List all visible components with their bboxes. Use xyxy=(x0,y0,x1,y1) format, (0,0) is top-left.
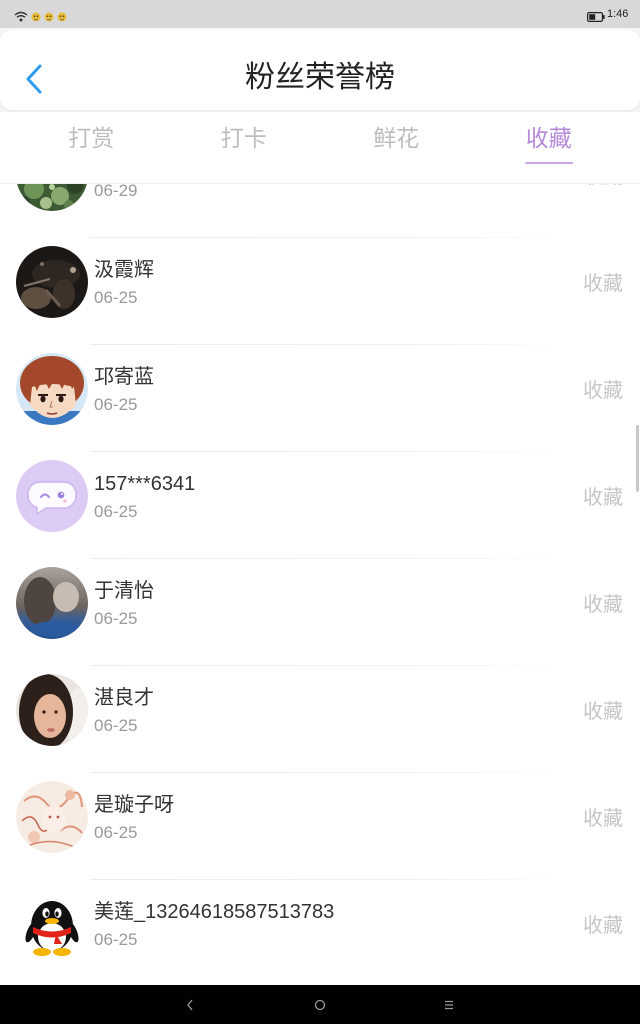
scrollbar[interactable] xyxy=(636,425,639,492)
avatar xyxy=(16,674,88,746)
user-name: 157***6341 xyxy=(94,473,196,495)
action-type-label: 收藏 xyxy=(583,594,623,616)
tab-label: 鲜花 xyxy=(373,125,420,151)
notification-icon xyxy=(31,9,41,22)
tab-flowers[interactable]: 鲜花 xyxy=(320,112,473,183)
item-date: 06-25 xyxy=(94,288,138,307)
nav-home-button[interactable] xyxy=(312,997,328,1013)
system-nav-bar xyxy=(0,985,640,1024)
list-item[interactable]: 湛良才 06-25 收藏 xyxy=(0,665,640,772)
avatar xyxy=(16,353,88,425)
user-name: 美莲_13264618587513783 xyxy=(94,901,335,923)
action-type-label: 收藏 xyxy=(583,701,623,723)
list-item[interactable]: 06-29 收藏 xyxy=(0,184,640,237)
nav-home-icon xyxy=(314,999,326,1011)
item-date: 06-29 xyxy=(94,184,138,200)
user-name: 是璇子呀 xyxy=(94,794,174,816)
avatar xyxy=(16,246,88,318)
user-name: 汲霞辉 xyxy=(94,259,154,281)
list-item[interactable]: 是璇子呀 06-25 收藏 xyxy=(0,772,640,879)
item-info: 邛寄蓝 06-25 xyxy=(94,353,154,417)
action-type-label: 收藏 xyxy=(583,184,623,189)
avatar xyxy=(16,781,88,853)
user-name: 于清怡 xyxy=(94,580,154,602)
item-date: 06-25 xyxy=(94,930,138,949)
list-item[interactable]: 美莲_13264618587513783 06-25 收藏 xyxy=(0,879,640,985)
tab-favorites[interactable]: 收藏 xyxy=(473,112,626,183)
nav-recents-button[interactable] xyxy=(441,997,457,1013)
tab-label: 打卡 xyxy=(220,125,267,151)
tab-label: 打赏 xyxy=(68,125,115,151)
item-info: 是璇子呀 06-25 xyxy=(94,781,174,845)
action-type-label: 收藏 xyxy=(583,380,623,402)
status-bar: 1:46 xyxy=(0,0,640,28)
tab-reward[interactable]: 打赏 xyxy=(15,112,168,183)
action-type-label: 收藏 xyxy=(583,487,623,509)
notification-icon xyxy=(57,9,67,22)
item-info: 06-29 xyxy=(94,184,137,203)
avatar xyxy=(16,184,88,211)
list-item[interactable]: 邛寄蓝 06-25 收藏 xyxy=(0,344,640,451)
item-date: 06-25 xyxy=(94,395,138,414)
page-title: 粉丝荣誉榜 xyxy=(245,61,395,94)
tab-indicator xyxy=(524,162,573,164)
tab-bar: 打赏 打卡 鲜花 收藏 xyxy=(0,112,640,184)
list-item[interactable]: 于清怡 06-25 收藏 xyxy=(0,558,640,665)
item-info: 于清怡 06-25 xyxy=(94,567,154,631)
item-info: 美莲_13264618587513783 06-25 xyxy=(94,888,334,952)
tab-check-in[interactable]: 打卡 xyxy=(168,112,321,183)
notification-icon xyxy=(44,9,54,22)
item-date: 06-25 xyxy=(94,609,138,628)
status-time: 1:46 xyxy=(607,8,629,20)
item-date: 06-25 xyxy=(94,716,138,735)
nav-back-icon xyxy=(187,999,193,1011)
header: 粉丝荣誉榜 xyxy=(0,30,640,110)
item-date: 06-25 xyxy=(94,823,138,842)
action-type-label: 收藏 xyxy=(583,915,623,937)
item-info: 汲霞辉 06-25 xyxy=(94,246,154,310)
nav-back-button[interactable] xyxy=(182,997,198,1013)
avatar xyxy=(16,460,88,532)
fan-list[interactable]: 06-29 收藏 汲霞辉 06-25 xyxy=(0,184,640,985)
action-type-label: 收藏 xyxy=(583,808,623,830)
tab-label: 收藏 xyxy=(525,125,572,151)
action-type-label: 收藏 xyxy=(583,273,623,295)
nav-recents-icon xyxy=(445,1000,453,1010)
battery-icon xyxy=(587,9,605,23)
list-item[interactable]: 汲霞辉 06-25 收藏 xyxy=(0,237,640,344)
item-info: 157***6341 06-25 xyxy=(94,460,195,524)
avatar xyxy=(16,567,88,639)
item-date: 06-25 xyxy=(94,502,138,521)
item-info: 湛良才 06-25 xyxy=(94,674,154,738)
wifi-icon xyxy=(14,9,28,22)
user-name: 邛寄蓝 xyxy=(94,366,154,388)
user-name: 湛良才 xyxy=(94,687,154,709)
list-item[interactable]: 157***6341 06-25 收藏 xyxy=(0,451,640,558)
avatar xyxy=(16,888,88,960)
